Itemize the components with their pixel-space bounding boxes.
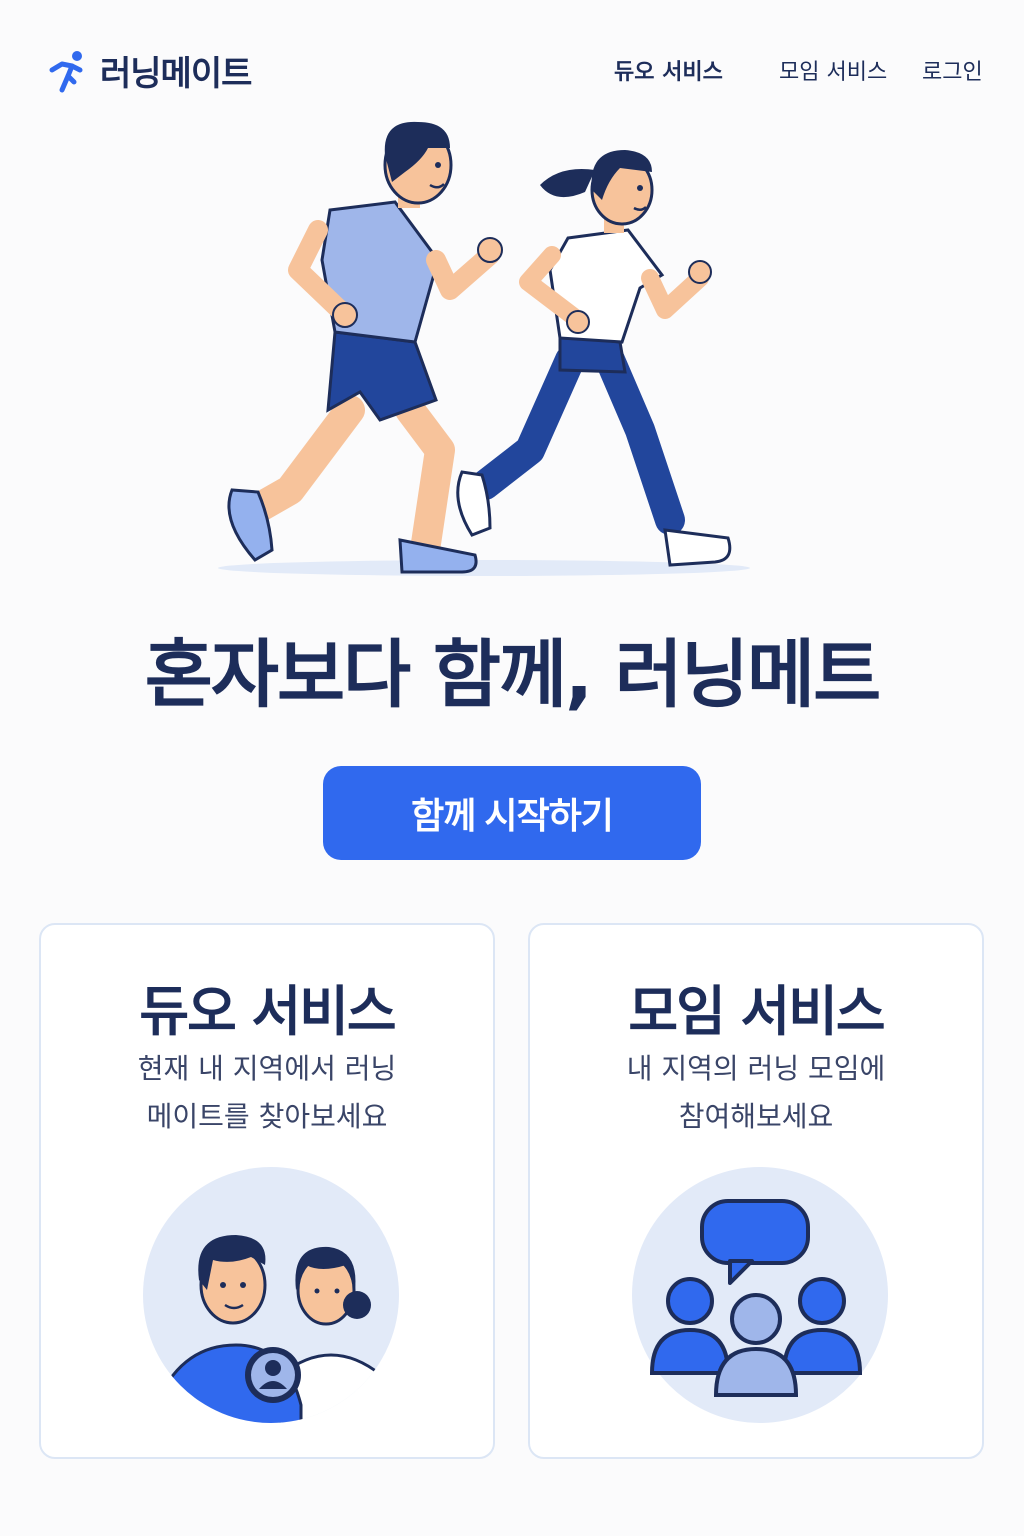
runner-icon [49, 50, 83, 92]
female-runner [456, 150, 732, 567]
meetup-card-description: 내 지역의 러닝 모임에 참여해보세요 [530, 1045, 982, 1141]
brand-name: 러닝메이트 [100, 54, 252, 94]
nav-meetup-service[interactable]: 모임 서비스 [779, 54, 887, 86]
duo-card-description: 현재 내 지역에서 러닝 메이트를 찾아보세요 [41, 1045, 493, 1141]
hero-headline: 혼자보다 함께, 러닝메트 [144, 632, 881, 718]
runners-illustration [218, 121, 750, 576]
start-together-button[interactable]: 함께 시작하기 [323, 766, 701, 860]
duo-desc-line-2: 메이트를 찾아보세요 [146, 1100, 388, 1133]
meetup-desc-line-1: 내 지역의 러닝 모임에 [626, 1052, 886, 1085]
duo-card-title: 듀오 서비스 [139, 980, 396, 1043]
two-people-icon [143, 1167, 399, 1423]
group-chat-icon [632, 1167, 888, 1423]
meetup-service-card[interactable]: 모임 서비스 내 지역의 러닝 모임에 참여해보세요 [528, 923, 984, 1459]
duo-service-card[interactable]: 듀오 서비스 현재 내 지역에서 러닝 메이트를 찾아보세요 [39, 923, 495, 1459]
meetup-desc-line-2: 참여해보세요 [678, 1100, 834, 1133]
duo-desc-line-1: 현재 내 지역에서 러닝 [137, 1052, 397, 1085]
nav-login[interactable]: 로그인 [922, 54, 983, 86]
nav-duo-service[interactable]: 듀오 서비스 [614, 54, 723, 86]
logo[interactable]: 러닝메이트 [44, 46, 252, 95]
meetup-card-title: 모임 서비스 [628, 980, 885, 1043]
